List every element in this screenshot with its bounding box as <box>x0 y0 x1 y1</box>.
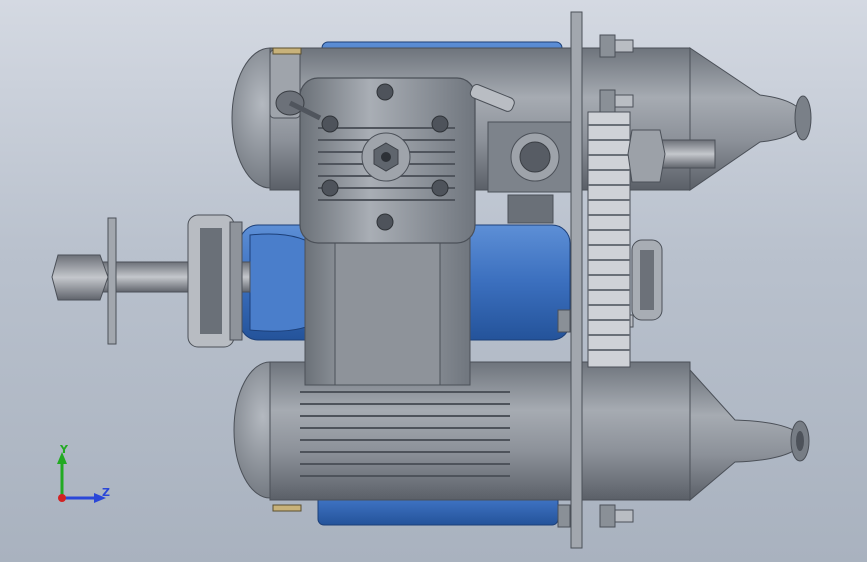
firewall-plate[interactable] <box>570 11 583 549</box>
origin-dot <box>58 494 66 502</box>
axis-triad: Y Z <box>48 440 118 510</box>
engine-assembly-model[interactable] <box>0 0 867 562</box>
drive-pulley[interactable] <box>187 214 243 348</box>
engine-cylinder-block[interactable] <box>304 224 471 386</box>
carburetor[interactable] <box>487 121 574 224</box>
cad-3d-viewport[interactable] <box>0 0 867 562</box>
y-axis-label: Y <box>60 443 68 456</box>
cylinder-head[interactable] <box>299 77 476 244</box>
z-axis-label: Z <box>102 486 110 499</box>
